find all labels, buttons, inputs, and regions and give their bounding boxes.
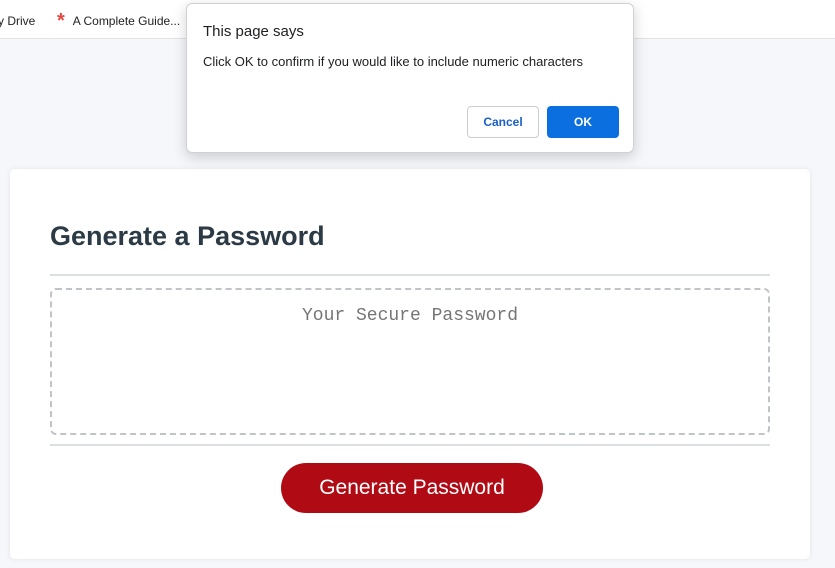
page-title: Generate a Password [50,221,325,251]
alert-dialog: This page says Click OK to confirm if yo… [186,3,634,153]
bookmark-complete-guide[interactable]: * A Complete Guide... [57,10,181,32]
password-card: Generate a Password Generate Password [10,169,810,559]
generate-password-button[interactable]: Generate Password [281,463,543,513]
cancel-button[interactable]: Cancel [467,106,539,138]
ok-button[interactable]: OK [547,106,619,138]
bookmark-label: A Complete Guide... [72,14,181,28]
password-output[interactable] [50,288,770,435]
divider [50,274,770,276]
divider [50,444,770,446]
bookmark-label: y Drive [0,14,36,28]
bookmark-drive[interactable]: y Drive [0,14,35,28]
dialog-message: Click OK to confirm if you would like to… [203,54,584,69]
dialog-title: This page says [203,23,304,40]
asterisk-icon: * [57,10,65,32]
